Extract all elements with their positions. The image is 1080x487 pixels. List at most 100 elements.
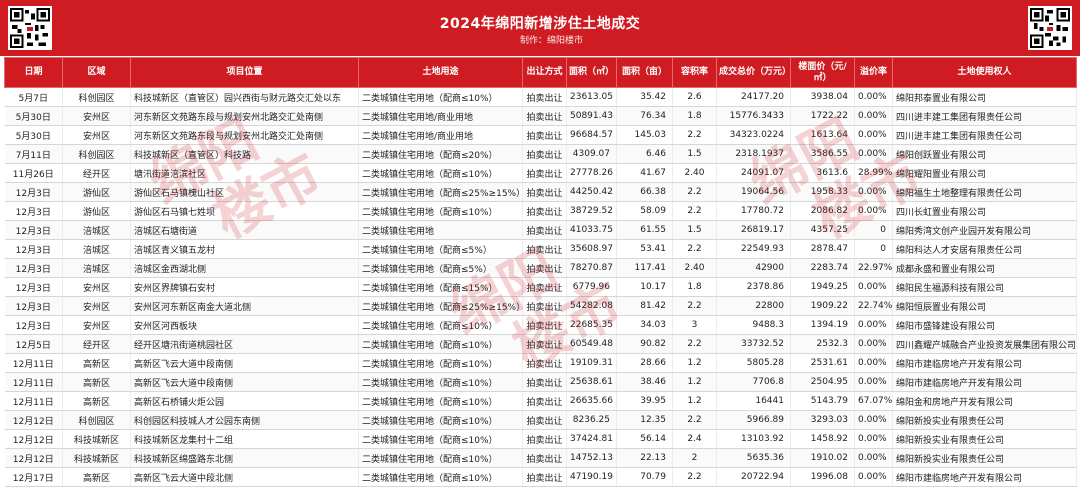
table-cell: 1.8	[672, 106, 717, 126]
table-row: 5月30日 安州区 河东新区文苑路东段与规划安州北路交汇处南侧 二类城镇住宅用地/商业…	[4, 106, 1077, 126]
table-cell: 河东新区文苑路东段与规划安州北路交汇处南侧	[130, 106, 359, 126]
table-cell: 0.00%	[854, 144, 893, 164]
table-cell: 拍卖出让	[522, 87, 567, 107]
table-row: 12月3日 涪城区 涪城区金西湖北侧 二类城镇住宅用地（配商≤5%） 拍卖出让 78270…	[4, 258, 1077, 278]
table-cell: 38.46	[616, 372, 673, 392]
table-cell: 0.00%	[854, 201, 893, 221]
table-cell: 2.2	[672, 125, 717, 145]
table-cell: 12月3日	[4, 182, 63, 202]
table-cell: 26635.66	[566, 391, 617, 411]
table-cell: 8236.25	[566, 410, 617, 430]
table-cell: 5143.79	[790, 391, 855, 411]
table-cell: 二类城镇住宅用地（配商≤10%）	[358, 467, 523, 487]
table-cell: 高新区飞云大道中段南侧	[130, 372, 359, 392]
table-cell: 0.00%	[854, 429, 893, 449]
table-cell: 7706.8	[716, 372, 791, 392]
table-row: 5月30日 安州区 河东新区文苑路东段与规划安州北路交汇处南侧 二类城镇住宅用地/商业…	[4, 125, 1077, 145]
table-cell: 5月30日	[4, 106, 63, 126]
table-cell: 二类城镇住宅用地（配商≤20%）	[358, 144, 523, 164]
table-cell: 0.00%	[854, 334, 893, 354]
table-cell: 1.8	[672, 277, 717, 297]
column-header: 土地使用权人	[892, 57, 1077, 88]
table-cell: 60549.48	[566, 334, 617, 354]
table-cell: 2.40	[672, 163, 717, 183]
table-row: 12月12日 科技城新区 科技城新区龙集村十二组 二类城镇住宅用地（配商≤10%） 拍卖…	[4, 429, 1077, 449]
table-cell: 拍卖出让	[522, 391, 567, 411]
table-cell: 3293.03	[790, 410, 855, 430]
table-cell: 1909.22	[790, 296, 855, 316]
table-cell: 1613.64	[790, 125, 855, 145]
table-cell: 24091.07	[716, 163, 791, 183]
table-cell: 96684.57	[566, 125, 617, 145]
table-cell: 游仙区	[62, 201, 131, 221]
table-cell: 37424.81	[566, 429, 617, 449]
table-cell: 高新区	[62, 467, 131, 487]
table-cell: 2878.47	[790, 239, 855, 259]
table-cell: 高新区	[62, 391, 131, 411]
table-cell: 7月11日	[4, 144, 63, 164]
table-cell: 22685.35	[566, 315, 617, 335]
table-cell: 0.00%	[854, 448, 893, 468]
table-cell: 四川进丰建工集团有限责任公司	[892, 106, 1077, 126]
table-cell: 13103.92	[716, 429, 791, 449]
table-cell: 2.2	[672, 467, 717, 487]
table-cell: 绵阳福生土地整理有限责任公司	[892, 182, 1077, 202]
table-cell: 12月11日	[4, 372, 63, 392]
table-cell: 1958.33	[790, 182, 855, 202]
table-cell: 2.2	[672, 296, 717, 316]
table-cell: 绵阳民生福源科技有限公司	[892, 277, 1077, 297]
table-row: 5月7日 科创园区 科技城新区（直管区）园兴西街与财元路交汇处以东 二类城镇住宅用地（…	[4, 87, 1077, 107]
table-cell: 四川进丰建工集团有限责任公司	[892, 125, 1077, 145]
table-cell: 安州区	[62, 106, 131, 126]
table-cell: 12月12日	[4, 429, 63, 449]
table-cell: 科创园区科技城人才公园东南侧	[130, 410, 359, 430]
table-cell: 12月3日	[4, 201, 63, 221]
table-cell: 58.09	[616, 201, 673, 221]
table-cell: 游仙区石马镇槐山社区	[130, 182, 359, 202]
table-cell: 高新区石桥铺火炬公园	[130, 391, 359, 411]
table-cell: 2	[672, 448, 717, 468]
table-cell: 78270.87	[566, 258, 617, 278]
table-cell: 拍卖出让	[522, 467, 567, 487]
table-cell: 5月30日	[4, 125, 63, 145]
table-cell: 安州区河西板块	[130, 315, 359, 335]
table-cell: 二类城镇住宅用地（配商≤10%）	[358, 429, 523, 449]
table-cell: 1949.25	[790, 277, 855, 297]
table-cell: 四川长虹置业有限公司	[892, 201, 1077, 221]
table-cell: 科技城新区龙集村十二组	[130, 429, 359, 449]
table-cell: 5635.36	[716, 448, 791, 468]
table-cell: 游仙区	[62, 182, 131, 202]
table-cell: 5月7日	[4, 87, 63, 107]
table-row: 12月3日 安州区 安州区河西板块 二类城镇住宅用地（配商≤10%） 拍卖出让 22685…	[4, 315, 1077, 335]
column-header: 面积（㎡）	[566, 57, 617, 88]
table-cell: 34323.0224	[716, 125, 791, 145]
table-cell: 经开区	[62, 163, 131, 183]
table-cell: 拍卖出让	[522, 353, 567, 373]
table-cell: 二类城镇住宅用地（配商≤10%）	[358, 201, 523, 221]
table-cell: 3	[672, 315, 717, 335]
table-cell: 14752.13	[566, 448, 617, 468]
table-cell: 0.00%	[854, 315, 893, 335]
table-cell: 0.00%	[854, 410, 893, 430]
column-header: 面积（亩）	[616, 57, 673, 88]
table-cell: 5805.28	[716, 353, 791, 373]
table-cell: 1.2	[672, 372, 717, 392]
table-cell: 高新区	[62, 353, 131, 373]
table-cell: 6.46	[616, 144, 673, 164]
table-cell: 3938.04	[790, 87, 855, 107]
table-cell: 2532.3	[790, 334, 855, 354]
table-row: 12月11日 高新区 高新区飞云大道中段南侧 二类城镇住宅用地（配商≤10%） 拍卖出让…	[4, 372, 1077, 392]
table-cell: 27778.26	[566, 163, 617, 183]
table-cell: 22.74%	[854, 296, 893, 316]
table-cell: 绵阳科达人才安居有限责任公司	[892, 239, 1077, 259]
table-cell: 1722.22	[790, 106, 855, 126]
table-row: 12月3日 涪城区 涪城区石塘街道 二类城镇住宅用地 拍卖出让 41033.75 61.55…	[4, 220, 1077, 240]
table-cell: 2283.74	[790, 258, 855, 278]
table-cell: 二类城镇住宅用地（配商≤10%）	[358, 410, 523, 430]
table-cell: 二类城镇住宅用地（配商≤10%）	[358, 448, 523, 468]
table-cell: 0.00%	[854, 125, 893, 145]
table-cell: 66.38	[616, 182, 673, 202]
table-cell: 24177.20	[716, 87, 791, 107]
table-cell: 河东新区文苑路东段与规划安州北路交汇处南侧	[130, 125, 359, 145]
table-cell: 12月3日	[4, 277, 63, 297]
